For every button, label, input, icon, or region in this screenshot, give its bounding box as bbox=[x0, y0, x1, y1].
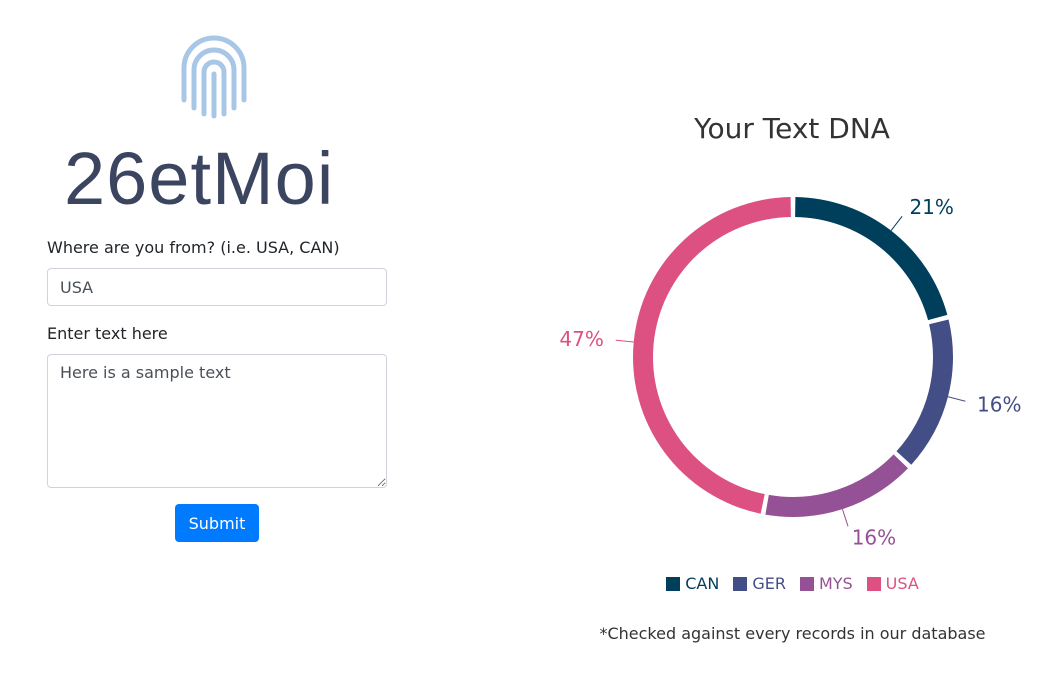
leader-line-usa bbox=[615, 339, 634, 343]
legend-label: CAN bbox=[685, 574, 720, 593]
slice-label-mys: 16% bbox=[852, 526, 896, 550]
chart-title: Your Text DNA bbox=[694, 112, 890, 145]
brand-name: 26etMoi bbox=[64, 137, 335, 220]
donut-slice-ger[interactable] bbox=[896, 319, 953, 465]
legend-swatch bbox=[666, 576, 681, 591]
legend-label: USA bbox=[885, 574, 919, 593]
legend-item-can[interactable]: CAN bbox=[666, 574, 719, 593]
legend-swatch bbox=[799, 576, 814, 591]
slice-label-ger: 16% bbox=[977, 392, 1021, 416]
country-label: Where are you from? (i.e. USA, CAN) bbox=[47, 238, 340, 257]
leader-line-mys bbox=[841, 509, 849, 527]
text-input[interactable]: Here is a sample text bbox=[47, 354, 387, 488]
text-label: Enter text here bbox=[47, 324, 168, 343]
slice-label-usa: 47% bbox=[560, 327, 604, 351]
fingerprint-icon bbox=[181, 35, 247, 119]
donut-slice-mys[interactable] bbox=[765, 454, 908, 517]
leader-line-ger bbox=[947, 396, 966, 402]
logo: 26etMoi bbox=[64, 34, 364, 220]
legend-swatch bbox=[866, 576, 881, 591]
submit-button[interactable]: Submit bbox=[175, 504, 259, 542]
legend-item-usa[interactable]: USA bbox=[866, 574, 919, 593]
footnote: *Checked against every records in our da… bbox=[599, 624, 986, 643]
legend-label: MYS bbox=[818, 574, 853, 593]
legend-swatch bbox=[733, 576, 748, 591]
legend-label: GER bbox=[752, 574, 786, 593]
chart-legend: CAN GER MYS USA bbox=[560, 574, 1025, 593]
legend-item-ger[interactable]: GER bbox=[733, 574, 786, 593]
donut-slice-usa[interactable] bbox=[633, 197, 791, 514]
country-input[interactable] bbox=[47, 268, 387, 306]
legend-item-mys[interactable]: MYS bbox=[799, 574, 853, 593]
donut-chart: 21% 16% 16% 47% bbox=[560, 195, 1021, 550]
slice-label-can: 21% bbox=[909, 195, 953, 219]
leader-line-can bbox=[890, 216, 903, 231]
